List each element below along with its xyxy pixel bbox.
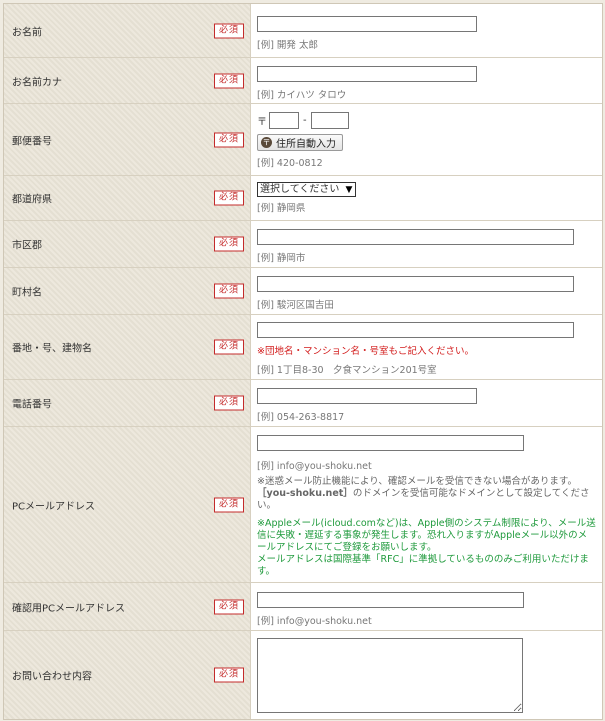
domain-text: ［you-shoku.net］ — [257, 488, 353, 499]
required-badge: 必須 — [214, 23, 244, 38]
town-input[interactable] — [257, 276, 574, 292]
required-badge: 必須 — [214, 667, 244, 683]
value-cell: [例] 054-263-8817 — [251, 380, 602, 426]
required-badge: 必須 — [214, 236, 244, 252]
email-input[interactable] — [257, 435, 524, 451]
field-label: お名前カナ — [12, 77, 62, 88]
field-label: 市区郡 — [12, 240, 42, 252]
value-cell: ※団地名・マンション名・号室もご記入ください。 [例] 1丁目8-30 夕食マン… — [251, 315, 602, 379]
spam-filter-note: ※迷惑メール防止機能により、確認メールを受信できない場合があります。 ［you-… — [257, 476, 596, 512]
example-text: [例] 1丁目8-30 夕食マンション201号室 — [257, 365, 437, 376]
apple-mail-note-text: ※Appleメール(icloud.comなど)は、Apple側のシステム制限によ… — [257, 518, 596, 553]
example-text: [例] カイハツ タロウ — [257, 90, 347, 101]
zip-second-input[interactable] — [310, 111, 349, 129]
row-town: 町村名 必須 [例] 駿河区国吉田 — [4, 268, 602, 315]
label-cell: PCメールアドレス 必須 — [4, 427, 251, 582]
value-cell: [例] info@you-shoku.net ※迷惑メール防止機能により、確認メ… — [251, 427, 602, 582]
example-text: [例] 静岡市 — [257, 253, 306, 264]
field-label: 電話番号 — [12, 399, 52, 411]
value-cell: [例] info@you-shoku.net — [251, 583, 602, 630]
label-cell: 町村名 必須 — [4, 268, 251, 314]
example-text: [例] info@you-shoku.net — [257, 616, 372, 627]
required-badge: 必須 — [214, 190, 244, 206]
field-label: お問い合わせ内容 — [12, 671, 92, 683]
row-name: お名前 必須 [例] 開発 太郎 — [4, 4, 602, 58]
example-text: [例] 駿河区国吉田 — [257, 300, 334, 311]
row-email-confirm: 確認用PCメールアドレス 必須 [例] info@you-shoku.net — [4, 583, 602, 631]
example-text: [例] 静岡県 — [257, 203, 306, 214]
label-cell: お名前カナ 必須 — [4, 58, 251, 103]
prefecture-selected: 選択してください — [260, 184, 340, 195]
value-cell: [例] 静岡市 — [251, 221, 602, 267]
label-cell: 郵便番号 必須 — [4, 104, 251, 175]
label-cell: 番地・号、建物名 必須 — [4, 315, 251, 379]
rfc-note-text: メールアドレスは国際基準「RFC」に準拠しているもののみご利用いただけます。 — [257, 554, 589, 577]
chevron-down-icon: ▼ — [345, 185, 353, 195]
inquiry-textarea[interactable] — [257, 638, 523, 713]
example-text: [例] info@you-shoku.net — [257, 461, 372, 472]
label-cell: 電話番号 必須 — [4, 380, 251, 426]
spam-filter-note-1: ※迷惑メール防止機能により、確認メールを受信できない場合があります。 — [257, 476, 577, 487]
zip-line: 〒 - — [257, 111, 596, 129]
value-cell: [例] 駿河区国吉田 — [251, 268, 602, 314]
required-badge: 必須 — [214, 395, 244, 411]
label-cell: 確認用PCメールアドレス 必須 — [4, 583, 251, 630]
value-cell: 選択してください ▼ [例] 静岡県 — [251, 176, 602, 220]
value-cell: [例] 開発 太郎 — [251, 4, 602, 57]
required-badge: 必須 — [214, 599, 244, 614]
address-input[interactable] — [257, 322, 574, 338]
contact-form: お名前 必須 [例] 開発 太郎 お名前カナ 必須 [例] カイハツ タロウ 郵… — [3, 3, 603, 720]
required-badge: 必須 — [214, 339, 244, 355]
example-text: [例] 420-0812 — [257, 158, 323, 169]
prefecture-select[interactable]: 選択してください ▼ — [257, 182, 357, 197]
field-label: 確認用PCメールアドレス — [12, 603, 126, 614]
example-text: [例] 開発 太郎 — [257, 40, 318, 51]
row-zip: 郵便番号 必須 〒 - 〒 住所自動入力 [例] 420-0812 — [4, 104, 602, 176]
zip-first-input[interactable] — [269, 111, 299, 129]
field-label: 郵便番号 — [12, 136, 52, 147]
address-autofill-button[interactable]: 〒 住所自動入力 — [257, 134, 343, 151]
label-cell: お名前 必須 — [4, 4, 251, 57]
example-text: [例] 054-263-8817 — [257, 412, 345, 423]
field-label: 都道府県 — [12, 194, 52, 206]
field-label: PCメールアドレス — [12, 501, 96, 512]
field-label: 町村名 — [12, 287, 42, 299]
row-email: PCメールアドレス 必須 [例] info@you-shoku.net ※迷惑メ… — [4, 427, 602, 583]
label-cell: お問い合わせ内容 必須 — [4, 631, 251, 719]
row-city: 市区郡 必須 [例] 静岡市 — [4, 221, 602, 268]
email-confirm-input[interactable] — [257, 592, 524, 608]
required-badge: 必須 — [214, 73, 244, 88]
kana-input[interactable] — [257, 66, 477, 82]
city-input[interactable] — [257, 229, 574, 245]
tel-input[interactable] — [257, 388, 477, 404]
row-inquiry: お問い合わせ内容 必須 — [4, 631, 602, 719]
value-cell — [251, 631, 602, 719]
zip-symbol: 〒 — [257, 116, 267, 128]
value-cell: 〒 - 〒 住所自動入力 [例] 420-0812 — [251, 104, 602, 175]
postal-mark-icon: 〒 — [261, 137, 272, 148]
row-address: 番地・号、建物名 必須 ※団地名・マンション名・号室もご記入ください。 [例] … — [4, 315, 602, 380]
label-cell: 都道府県 必須 — [4, 176, 251, 220]
field-label: お名前 — [12, 27, 42, 38]
required-badge: 必須 — [214, 283, 244, 299]
zip-dash: - — [303, 114, 307, 126]
row-tel: 電話番号 必須 [例] 054-263-8817 — [4, 380, 602, 427]
address-autofill-label: 住所自動入力 — [276, 139, 336, 150]
address-note: ※団地名・マンション名・号室もご記入ください。 — [257, 346, 474, 357]
row-kana: お名前カナ 必須 [例] カイハツ タロウ — [4, 58, 602, 104]
required-badge: 必須 — [214, 497, 244, 512]
required-badge: 必須 — [214, 132, 244, 147]
label-cell: 市区郡 必須 — [4, 221, 251, 267]
value-cell: [例] カイハツ タロウ — [251, 58, 602, 103]
row-prefecture: 都道府県 必須 選択してください ▼ [例] 静岡県 — [4, 176, 602, 221]
field-label: 番地・号、建物名 — [12, 343, 92, 355]
name-input[interactable] — [257, 16, 477, 32]
apple-mail-note: ※Appleメール(icloud.comなど)は、Apple側のシステム制限によ… — [257, 518, 596, 578]
